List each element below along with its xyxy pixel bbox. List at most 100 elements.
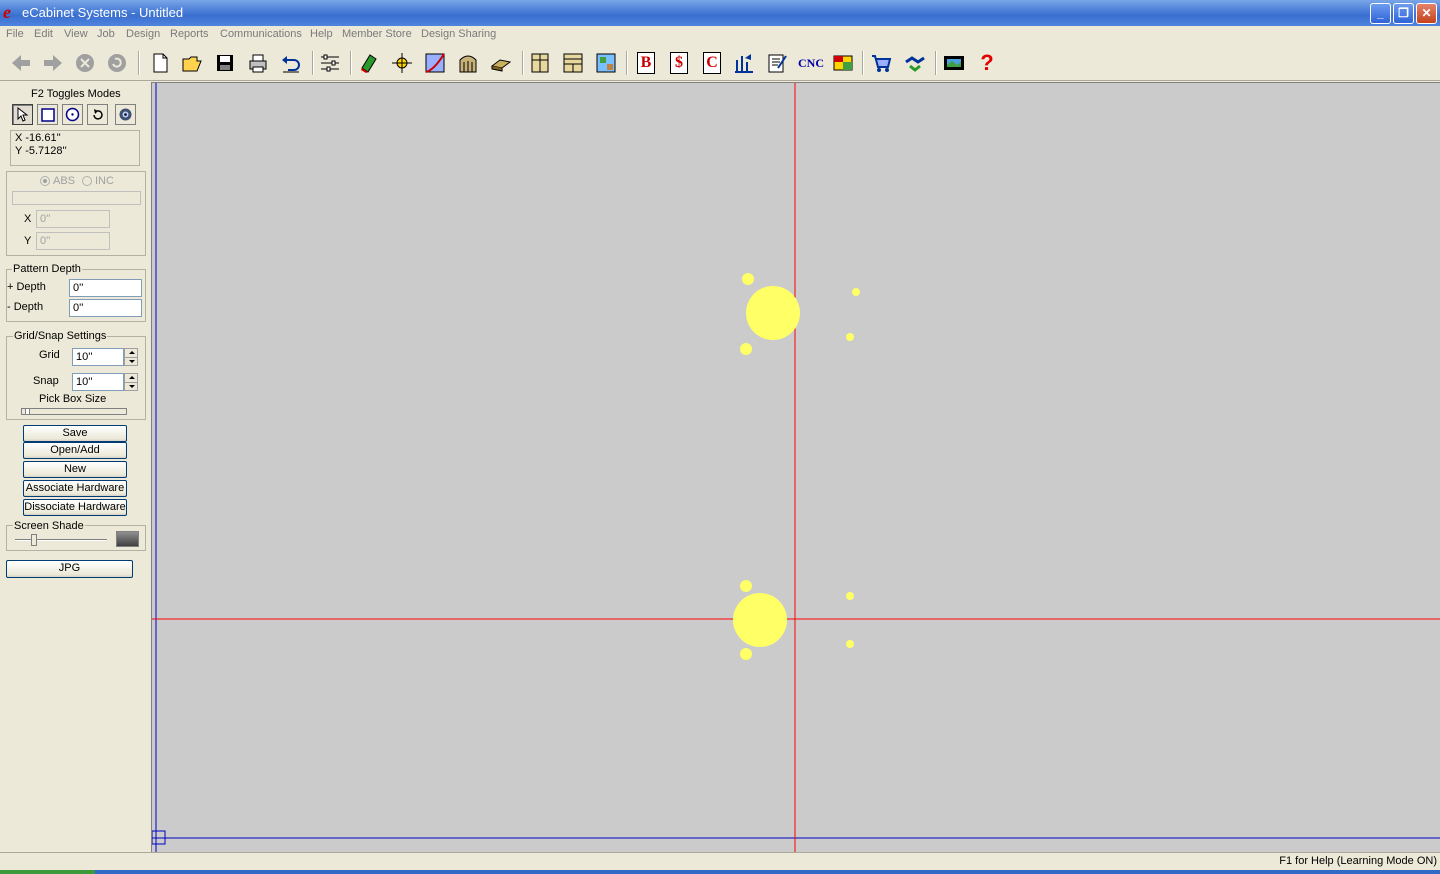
taskbar-strip	[0, 870, 1440, 874]
refresh-icon[interactable]	[104, 50, 130, 76]
screen-shade-slider[interactable]	[15, 539, 107, 541]
cursor-x: X -16.61''	[15, 132, 61, 144]
modes-group: F2 Toggles Modes	[5, 88, 146, 125]
snap-label: Snap	[33, 375, 59, 387]
cutlist-report-icon[interactable]: C	[699, 50, 725, 76]
help-question-icon[interactable]: ?	[974, 50, 1000, 76]
status-help-text: F1 for Help (Learning Mode ON)	[1279, 855, 1437, 867]
abs-radio[interactable]: ABS	[40, 175, 75, 187]
video-film-icon[interactable]	[941, 50, 967, 76]
toolbar-separator	[312, 51, 314, 75]
cabinet-icon[interactable]	[527, 50, 553, 76]
b-label: B	[637, 52, 655, 74]
design-canvas[interactable]	[151, 82, 1440, 852]
start-button[interactable]	[0, 870, 95, 874]
open-add-button[interactable]: Open/Add	[23, 442, 127, 459]
y-coordinate-field[interactable]: 0''	[36, 232, 110, 250]
canvas-drawing	[152, 83, 1440, 852]
x-label: X	[24, 213, 32, 225]
rectangle-mode-icon[interactable]	[37, 104, 58, 125]
menu-file[interactable]: File	[6, 28, 24, 40]
optimizer-icon[interactable]	[830, 50, 856, 76]
handshake-icon[interactable]	[902, 50, 928, 76]
restore-button[interactable]: ❐	[1393, 3, 1414, 24]
coordinate-entry-bar	[12, 191, 141, 205]
toolbar: B $ C CNC ?	[0, 45, 1440, 81]
hinge-pin-hole	[740, 648, 752, 660]
grid-spinner[interactable]	[124, 348, 138, 366]
material-swatch-icon[interactable]	[356, 50, 382, 76]
plus-depth-field[interactable]: 0''	[69, 279, 142, 297]
shade-color-swatch[interactable]	[116, 531, 139, 547]
minus-depth-field[interactable]: 0''	[69, 299, 142, 317]
menu-edit[interactable]: Edit	[34, 28, 53, 40]
bill-of-materials-icon[interactable]: B	[633, 50, 659, 76]
y-label: Y	[24, 235, 32, 247]
menu-design[interactable]: Design	[126, 28, 160, 40]
print-icon[interactable]	[245, 50, 271, 76]
settings-sliders-icon[interactable]	[317, 50, 343, 76]
undo-icon[interactable]	[278, 50, 304, 76]
menu-view[interactable]: View	[64, 28, 88, 40]
edit-document-icon[interactable]	[764, 50, 790, 76]
select-mode-icon[interactable]	[12, 104, 33, 125]
menu-communications[interactable]: Communications	[220, 28, 302, 40]
jpg-button[interactable]: JPG	[6, 560, 133, 578]
screen-shade-slider-thumb[interactable]	[31, 534, 37, 546]
hinge-cup-hole-bottom	[733, 593, 787, 647]
export-chart-icon[interactable]	[731, 50, 757, 76]
menu-bar: File Edit View Job Design Reports Commun…	[0, 26, 1440, 45]
menu-reports[interactable]: Reports	[170, 28, 209, 40]
hinge-pin-hole	[740, 580, 752, 592]
room-layout-icon[interactable]	[593, 50, 619, 76]
arch-door-icon[interactable]	[455, 50, 481, 76]
hinge-cup-hole-top	[746, 286, 800, 340]
back-arrow-icon[interactable]	[8, 50, 34, 76]
cnc-button[interactable]: CNC	[796, 50, 826, 76]
menu-job[interactable]: Job	[97, 28, 115, 40]
dissociate-hardware-button[interactable]: Dissociate Hardware	[23, 499, 127, 516]
view-eye-icon[interactable]	[115, 104, 136, 125]
circle-mode-icon[interactable]	[62, 104, 83, 125]
status-bar: F1 for Help (Learning Mode ON)	[0, 852, 1440, 870]
open-folder-icon[interactable]	[179, 50, 205, 76]
save-button[interactable]: Save	[23, 425, 127, 442]
panel-board-icon[interactable]	[488, 50, 514, 76]
app-logo-icon: e	[3, 2, 11, 22]
save-disk-icon[interactable]	[212, 50, 238, 76]
rotate-mode-icon[interactable]	[87, 104, 108, 125]
minimize-button[interactable]: _	[1370, 3, 1391, 24]
menu-help[interactable]: Help	[310, 28, 333, 40]
new-file-icon[interactable]	[147, 50, 173, 76]
hinge-pin-hole	[740, 343, 752, 355]
inc-radio[interactable]: INC	[82, 175, 114, 187]
mounting-hole	[852, 288, 860, 296]
lighting-icon[interactable]	[389, 50, 415, 76]
drawer-cabinet-icon[interactable]	[560, 50, 586, 76]
menu-design-sharing[interactable]: Design Sharing	[421, 28, 496, 40]
snap-spinner[interactable]	[124, 373, 138, 391]
inc-label: INC	[95, 175, 114, 187]
grid-label: Grid	[39, 349, 60, 361]
coordinate-entry-group: ABS INC X 0'' Y 0''	[6, 171, 146, 256]
new-button[interactable]: New	[23, 461, 127, 478]
cost-report-icon[interactable]: $	[666, 50, 692, 76]
x-coordinate-field[interactable]: 0''	[36, 210, 110, 228]
close-button[interactable]: ✕	[1416, 3, 1437, 24]
abs-radio-circle	[40, 176, 50, 186]
pattern-depth-group: Pattern Depth + Depth 0'' - Depth 0''	[6, 263, 146, 322]
stop-icon[interactable]	[72, 50, 98, 76]
screen-shade-group: Screen Shade	[6, 520, 146, 551]
menu-member-store[interactable]: Member Store	[342, 28, 412, 40]
snap-field[interactable]: 10''	[72, 373, 124, 391]
associate-hardware-button[interactable]: Associate Hardware	[23, 480, 127, 497]
forward-arrow-icon[interactable]	[40, 50, 66, 76]
shopping-cart-icon[interactable]	[868, 50, 894, 76]
pick-box-slider[interactable]	[21, 408, 127, 415]
grid-snap-group: Grid/Snap Settings Grid 10'' Snap 10'' P…	[6, 330, 146, 420]
grid-field[interactable]: 10''	[72, 348, 124, 366]
mounting-hole	[846, 333, 854, 341]
profile-edge-icon[interactable]	[422, 50, 448, 76]
toolbar-separator	[138, 51, 140, 75]
pick-box-slider-thumb[interactable]	[25, 408, 30, 415]
